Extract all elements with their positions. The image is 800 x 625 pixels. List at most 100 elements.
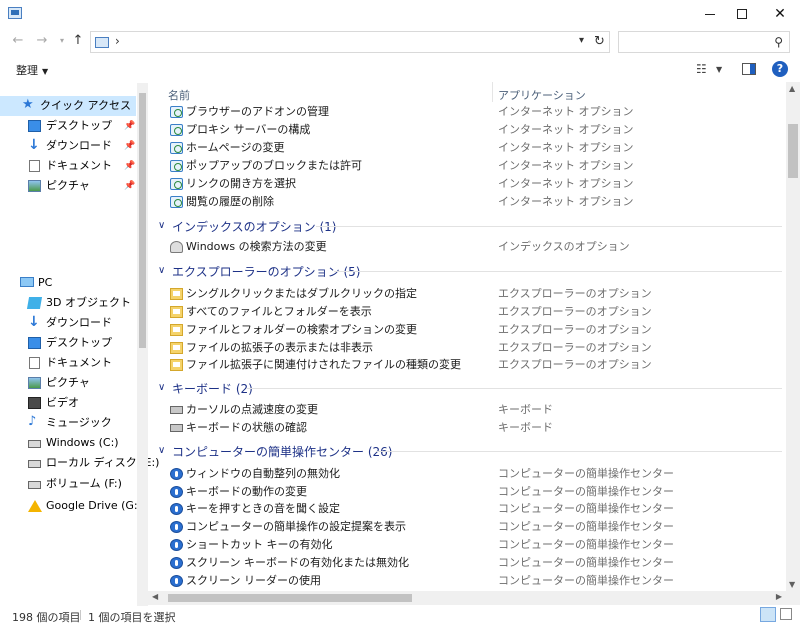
pin-icon: 📌 [124,161,136,171]
nav-item-3d-objects[interactable]: 3D オブジェクト [0,293,136,313]
list-item[interactable]: キーを押すときの音を聞く設定 コンピューターの簡単操作センター [148,500,786,518]
recent-locations-button[interactable]: ▾ [54,33,70,49]
scroll-up-arrow-icon[interactable]: ▲ [789,84,795,93]
nav-label: Windows (C:) [46,436,119,449]
group-header-ease-of-access[interactable]: ∨ コンピューターの簡単操作センター (26) [148,440,786,462]
drive-icon [28,460,41,468]
list-item[interactable]: 閲覧の履歴の削除 インターネット オプション [148,193,786,211]
chevron-down-icon[interactable]: ∨ [158,265,165,276]
item-category: インターネット オプション [498,141,634,154]
list-item[interactable]: ファイルとフォルダーの検索オプションの変更 エクスプローラーのオプション [148,321,786,339]
desktop-icon [28,120,41,132]
preview-pane-icon[interactable] [742,63,756,75]
back-button[interactable]: ← [10,33,26,49]
item-category: エクスプローラーのオプション [498,323,652,336]
nav-item-downloads[interactable]: ↓ ダウンロード 📌 [0,136,136,156]
list-item[interactable]: スクリーン キーボードの有効化または無効化 コンピューターの簡単操作センター [148,554,786,572]
nav-item-google-drive[interactable]: Google Drive (G:) [0,496,142,516]
list-item[interactable]: ショートカット キーの有効化 コンピューターの簡単操作センター [148,536,786,554]
list-item[interactable]: スクリーン リーダーの使用 コンピューターの簡単操作センター [148,572,786,590]
chevron-down-icon[interactable]: ∨ [158,220,165,231]
group-header-explorer-options[interactable]: ∨ エクスプローラーのオプション (5) [148,260,786,282]
view-options-chevron-icon[interactable]: ▼ [716,65,722,74]
nav-item-desktop[interactable]: デスクトップ 📌 [0,116,136,136]
change-view-icon[interactable]: ☷ [696,62,707,76]
breadcrumb-chevron-icon[interactable]: › [115,34,120,48]
list-item[interactable]: プロキシ サーバーの構成 インターネット オプション [148,121,786,139]
item-category: コンピューターの簡単操作センター [498,485,674,498]
help-icon[interactable]: ? [772,61,788,77]
nav-item-pictures[interactable]: ピクチャ [0,373,136,393]
list-item[interactable]: キーボードの動作の変更 コンピューターの簡単操作センター [148,483,786,501]
horizontal-scrollbar-thumb[interactable] [168,594,412,602]
details-view-icon[interactable] [760,607,776,622]
list-item[interactable]: キーボードの状態の確認 キーボード [148,419,786,437]
column-header-category[interactable]: アプリケーション [498,87,586,103]
list-item[interactable]: コンピューターの簡単操作の設定提案を表示 コンピューターの簡単操作センター [148,518,786,536]
desktop-icon [28,337,41,349]
scroll-down-arrow-icon[interactable]: ▼ [789,580,795,589]
nav-item-downloads[interactable]: ↓ ダウンロード [0,313,136,333]
nav-item-music[interactable]: ♪ ミュージック [0,413,136,433]
maximize-button[interactable] [724,0,760,28]
list-item[interactable]: すべてのファイルとフォルダーを表示 エクスプローラーのオプション [148,303,786,321]
list-item[interactable]: シングルクリックまたはダブルクリックの指定 エクスプローラーのオプション [148,285,786,303]
nav-quick-access[interactable]: ★ クイック アクセス [0,96,136,116]
column-divider[interactable] [492,82,493,102]
nav-item-videos[interactable]: ビデオ [0,393,136,413]
column-header-name[interactable]: 名前 [168,87,190,103]
nav-item-drive-e[interactable]: ローカル ディスク (E:) [0,453,159,473]
nav-item-desktop[interactable]: デスクトップ [0,333,136,353]
item-name: シングルクリックまたはダブルクリックの指定 [186,287,417,300]
large-icons-view-icon[interactable] [780,608,792,620]
nav-pc[interactable]: PC [0,273,136,293]
content-vertical-scrollbar[interactable]: ▲ ▼ [786,82,800,591]
content-horizontal-scrollbar[interactable]: ◀ ▶ [148,591,800,605]
internet-options-icon [170,160,183,172]
minimize-button[interactable] [692,0,728,28]
list-item[interactable]: ポップアップのブロックまたは許可 インターネット オプション [148,157,786,175]
item-name: プロキシ サーバーの構成 [186,123,311,136]
chevron-down-icon[interactable]: ∨ [158,445,165,456]
results-list: ⌃ 名前 アプリケーション ブラウザーのアドオンの管理 インターネット オプショ… [148,82,786,591]
nav-item-drive-f[interactable]: ボリューム (F:) [0,474,136,494]
nav-label: 3D オブジェクト [46,296,131,309]
item-category: コンピューターの簡単操作センター [498,574,674,587]
vertical-scrollbar-thumb[interactable] [788,124,798,178]
address-bar[interactable]: › ▾ ↻ [90,31,610,53]
list-item[interactable]: ブラウザーのアドオンの管理 インターネット オプション [148,103,786,121]
status-divider [80,610,81,620]
list-item[interactable]: リンクの開き方を選択 インターネット オプション [148,175,786,193]
nav-item-drive-c[interactable]: Windows (C:) [0,433,136,453]
nav-item-documents[interactable]: ドキュメント [0,353,136,373]
chevron-down-icon[interactable]: ∨ [158,382,165,393]
scroll-right-arrow-icon[interactable]: ▶ [776,592,782,601]
list-item[interactable]: ホームページの変更 インターネット オプション [148,139,786,157]
refresh-icon[interactable]: ↻ [594,34,605,49]
column-headers: ⌃ 名前 アプリケーション [148,82,786,102]
organize-button[interactable]: 整理 ▼ [16,62,48,78]
ease-of-access-icon [170,521,183,533]
close-button[interactable]: ✕ [762,0,798,28]
list-item[interactable]: ファイルの拡張子の表示または非表示 エクスプローラーのオプション [148,339,786,357]
control-panel-icon[interactable] [8,7,22,19]
list-item[interactable]: Windows の検索方法の変更 インデックスのオプション [148,238,786,256]
nav-scrollbar[interactable] [137,83,148,606]
up-button[interactable]: ↑ [70,33,86,49]
nav-scrollbar-thumb[interactable] [139,93,146,348]
list-item[interactable]: ファイル拡張子に関連付けされたファイルの種類の変更 エクスプローラーのオプション [148,356,786,374]
nav-item-pictures[interactable]: ピクチャ 📌 [0,176,136,196]
nav-label: ダウンロード [46,139,112,152]
address-history-dropdown-icon[interactable]: ▾ [579,35,584,46]
forward-button[interactable]: → [34,33,50,49]
scroll-left-arrow-icon[interactable]: ◀ [152,592,158,601]
item-category: コンピューターの簡単操作センター [498,467,674,480]
nav-label: ビデオ [46,396,79,409]
list-item[interactable]: カーソルの点滅速度の変更 キーボード [148,401,786,419]
list-item[interactable]: ウィンドウの自動整列の無効化 コンピューターの簡単操作センター [148,465,786,483]
internet-options-icon [170,142,183,154]
search-input[interactable]: ⚲ [618,31,790,53]
nav-item-documents[interactable]: ドキュメント 📌 [0,156,136,176]
group-header-indexing-options[interactable]: ∨ インデックスのオプション (1) [148,215,786,237]
group-header-keyboard[interactable]: ∨ キーボード (2) [148,377,786,399]
